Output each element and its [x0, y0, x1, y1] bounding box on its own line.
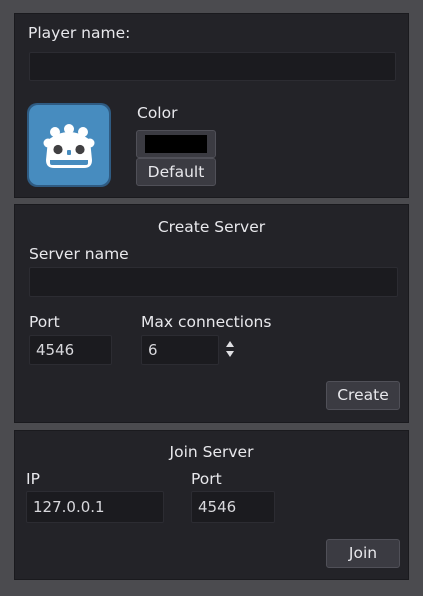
max-connections-spinbox[interactable]: [141, 335, 219, 365]
create-button[interactable]: Create: [326, 381, 400, 410]
join-port-input[interactable]: [191, 491, 275, 523]
create-port-label: Port: [29, 313, 60, 331]
ip-input[interactable]: [26, 491, 164, 523]
create-server-panel: Create Server Server name Port Max conne…: [14, 204, 409, 423]
spinbox-arrows-icon[interactable]: [225, 339, 235, 359]
max-connections-label: Max connections: [141, 313, 272, 331]
join-server-title: Join Server: [169, 443, 254, 461]
color-picker-button[interactable]: [136, 130, 216, 158]
player-panel: Player name: Color Default: [14, 13, 409, 198]
player-name-label: Player name:: [28, 24, 131, 42]
godot-logo-icon: [26, 102, 112, 188]
join-port-label: Port: [191, 470, 222, 488]
create-port-input[interactable]: [29, 335, 112, 365]
ip-label: IP: [26, 470, 40, 488]
join-server-panel: Join Server IP Port Join: [14, 430, 409, 580]
server-name-input[interactable]: [29, 267, 398, 297]
player-name-input[interactable]: [29, 52, 396, 81]
color-label: Color: [137, 104, 178, 122]
server-name-label: Server name: [29, 245, 129, 263]
create-server-title: Create Server: [157, 218, 266, 236]
color-swatch: [145, 135, 207, 153]
join-button[interactable]: Join: [326, 539, 400, 568]
default-color-button[interactable]: Default: [136, 158, 216, 186]
